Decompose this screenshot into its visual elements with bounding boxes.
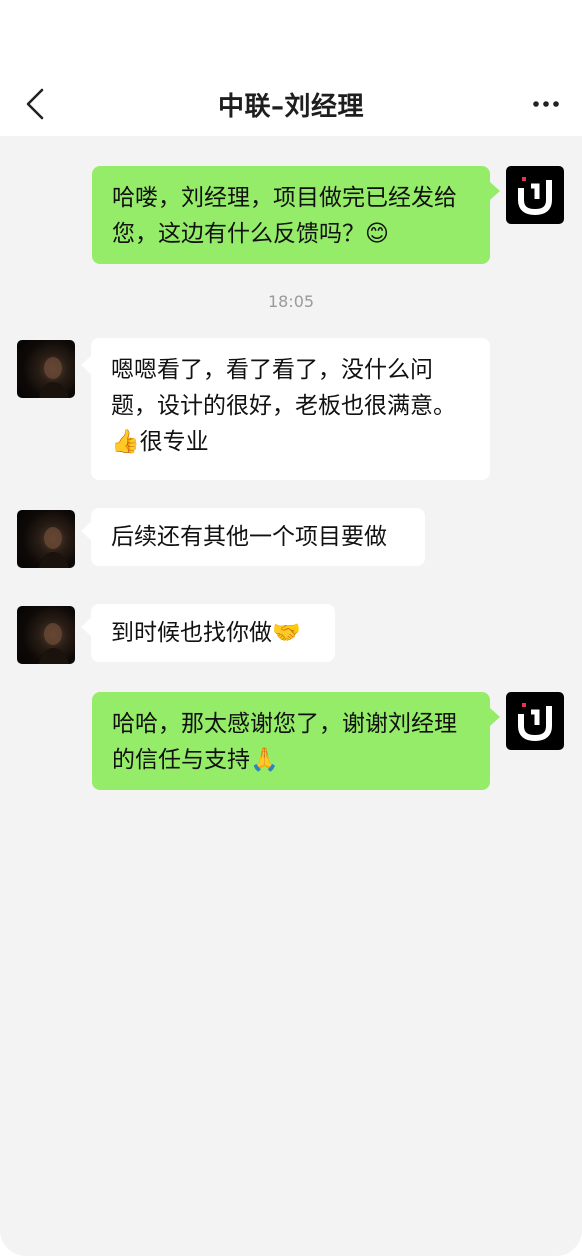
brand-logo-icon bbox=[518, 177, 552, 216]
chat-screen: 中联–刘经理 哈喽，刘经理，项目做完已经发给您，这边有什么反馈吗？😊 18:05 bbox=[0, 0, 582, 1256]
my-avatar[interactable] bbox=[506, 692, 564, 750]
contact-avatar[interactable] bbox=[17, 510, 75, 568]
chat-header: 中联–刘经理 bbox=[0, 70, 582, 136]
bubble-tail bbox=[81, 356, 91, 374]
contact-avatar[interactable] bbox=[17, 606, 75, 664]
message-list[interactable]: 哈喽，刘经理，项目做完已经发给您，这边有什么反馈吗？😊 18:05 嗯嗯看了，看… bbox=[0, 136, 582, 1256]
person-photo-icon bbox=[39, 357, 69, 398]
chat-title: 中联–刘经理 bbox=[217, 92, 364, 122]
bubble-tail bbox=[490, 708, 500, 726]
message-bubble-outgoing[interactable]: 哈哈，那太感谢您了，谢谢刘经理的信任与支持🙏 bbox=[92, 692, 490, 790]
more-dots-icon bbox=[533, 101, 559, 107]
message-timestamp: 18:05 bbox=[267, 292, 315, 311]
bubble-tail bbox=[81, 522, 91, 540]
message-bubble-incoming[interactable]: 到时候也找你做🤝 bbox=[91, 604, 335, 662]
more-options-button[interactable] bbox=[526, 84, 566, 124]
person-photo-icon bbox=[39, 623, 69, 664]
contact-avatar[interactable] bbox=[17, 340, 75, 398]
message-bubble-outgoing[interactable]: 哈喽，刘经理，项目做完已经发给您，这边有什么反馈吗？😊 bbox=[92, 166, 490, 264]
status-bar-area bbox=[0, 0, 582, 70]
brand-logo-icon bbox=[518, 703, 552, 742]
bubble-tail bbox=[490, 182, 500, 200]
message-bubble-incoming[interactable]: 嗯嗯看了，看了看了，没什么问题，设计的很好，老板也很满意。👍很专业 bbox=[91, 338, 490, 480]
bubble-tail bbox=[81, 618, 91, 636]
message-bubble-incoming[interactable]: 后续还有其他一个项目要做 bbox=[91, 508, 425, 566]
my-avatar[interactable] bbox=[506, 166, 564, 224]
person-photo-icon bbox=[39, 527, 69, 568]
